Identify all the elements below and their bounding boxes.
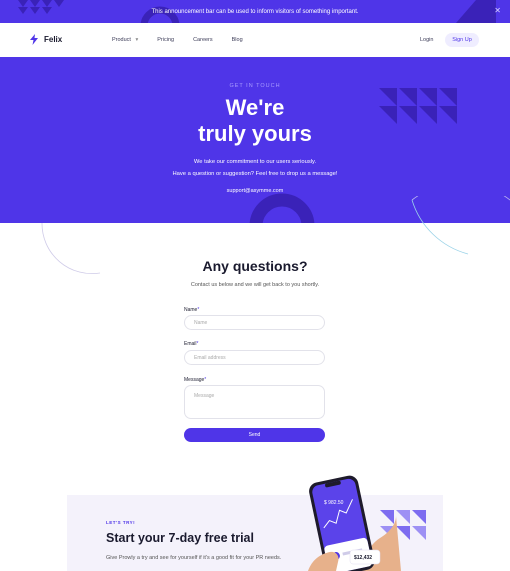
message-field[interactable]: Message [184, 385, 325, 419]
message-label: Message* [184, 377, 206, 383]
name-label: Name* [184, 307, 199, 313]
right-arc-decoration [411, 196, 510, 255]
brand-logo[interactable]: Felix [30, 34, 62, 45]
phone-balance-text: $ 982.50 [324, 500, 344, 506]
contact-subtitle: Contact us below and we will get back to… [190, 282, 320, 288]
support-email-text: support@asymme.com [226, 188, 284, 194]
trial-title: Start your 7-day free trial [106, 531, 254, 545]
announcement-bar: This announcement bar can be used to inf… [0, 0, 510, 23]
name-field[interactable]: Name [184, 315, 325, 330]
brand-name: Felix [44, 35, 63, 44]
send-button[interactable]: Send [184, 428, 325, 442]
nav-item-careers[interactable]: Careers [193, 37, 213, 43]
email-field[interactable]: Email address [184, 350, 325, 365]
hero-title-line1: We're [225, 95, 285, 120]
nav-links: Product ▾ Pricing Careers Blog [112, 37, 243, 43]
hero-title: We're truly yours [0, 95, 510, 147]
hero-subtitle-line1: We take our commitment to our users seri… [193, 159, 317, 165]
name-placeholder: Name [194, 319, 208, 326]
nav-item-blog[interactable]: Blog [232, 37, 243, 43]
nav-item-product-label: Product [112, 37, 131, 43]
signup-button[interactable]: Sign Up [445, 33, 479, 47]
hero-subtitle: We take our commitment to our users seri… [0, 156, 510, 180]
phone-mockup-image: $ 982.50 $12,432 [308, 475, 401, 571]
required-mark: * [204, 377, 207, 383]
close-icon[interactable]: ✕ [494, 6, 501, 15]
message-placeholder: Message [194, 393, 215, 399]
hero-title-line2: truly yours [198, 121, 312, 146]
phone-amount-text: $12,432 [354, 555, 372, 561]
announcement-text: This announcement bar can be used to inf… [151, 8, 359, 15]
announcement-triangle-pattern [18, 0, 64, 14]
announcement-corner-shape [456, 0, 496, 23]
trial-subtitle: Give Prowly a try and see for yourself i… [106, 555, 282, 561]
email-label-text: Email [184, 341, 197, 347]
required-mark: * [196, 341, 199, 347]
email-label: Email* [184, 341, 198, 347]
navbar: Felix Product ▾ Pricing Careers Blog Log… [0, 23, 510, 57]
chevron-down-icon: ▾ [135, 37, 139, 43]
login-link[interactable]: Login [420, 37, 433, 43]
email-placeholder: Email address [194, 354, 226, 361]
contact-title: Any questions? [202, 258, 308, 274]
hero-semicircle-decoration [249, 193, 315, 223]
support-email-link[interactable]: support@asymme.com [0, 188, 510, 194]
hero-subtitle-line2: Have a question or suggestion? Feel free… [172, 171, 338, 177]
lightning-icon [30, 34, 38, 45]
trial-eyebrow: LET'S TRY! [106, 520, 136, 525]
hero-eyebrow: GET IN TOUCH [229, 83, 281, 89]
message-label-text: Message [184, 377, 205, 383]
required-mark: * [197, 307, 200, 313]
nav-item-product[interactable]: Product ▾ [112, 37, 138, 43]
name-label-text: Name [184, 307, 198, 313]
nav-item-pricing[interactable]: Pricing [157, 37, 174, 43]
